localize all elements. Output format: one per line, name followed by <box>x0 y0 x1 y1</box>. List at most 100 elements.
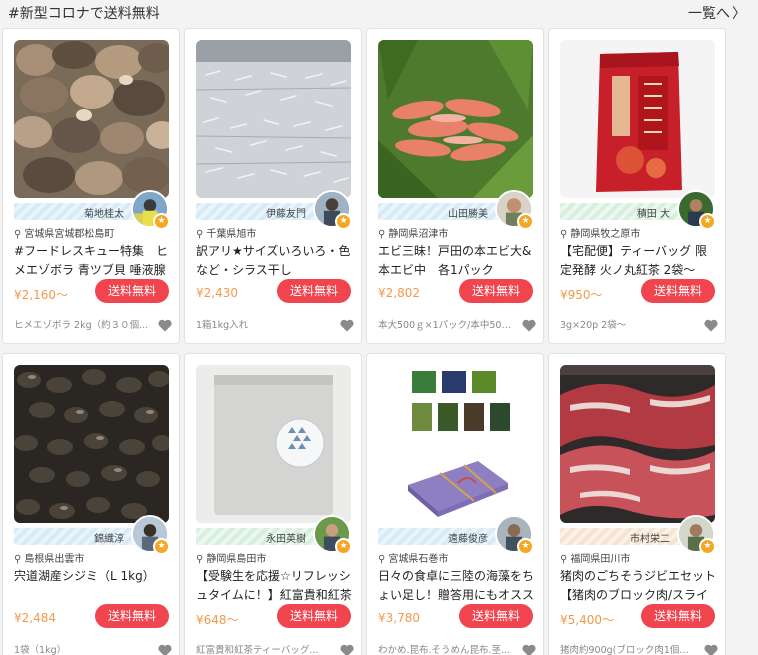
star-badge-icon: ★ <box>699 538 716 555</box>
price: ¥2,802 <box>378 286 420 300</box>
product-image[interactable] <box>378 40 533 198</box>
star-badge-icon: ★ <box>699 213 716 230</box>
location-text: 宮城県宮城郡松島町 <box>24 229 115 240</box>
pin-icon: ⚲ <box>196 554 204 565</box>
price: ¥2,430 <box>196 286 238 300</box>
producer-name: 永田英樹 <box>266 534 306 545</box>
product-name[interactable]: #フードレスキュー特集 ヒメエゾボラ 青ツブ貝 唾液腺 <box>14 242 172 280</box>
heart-icon[interactable] <box>340 644 354 655</box>
location: ⚲ 千葉県旭市 <box>196 225 256 240</box>
price: ¥3,780 <box>378 611 420 625</box>
price: ¥950〜 <box>560 288 603 302</box>
free-shipping-button[interactable]: 送料無料 <box>641 604 715 628</box>
location-text: 福岡県田川市 <box>570 554 631 565</box>
product-card[interactable]: 永田英樹 ★ ⚲ 静岡県島田市 【受験生を応援☆リフレッシュタイムに！】紅富貴和紅… <box>184 353 362 655</box>
location-text: 静岡県沼津市 <box>388 229 449 240</box>
product-image[interactable] <box>196 365 351 523</box>
heart-icon[interactable] <box>522 319 536 332</box>
price: ¥5,400〜 <box>560 613 614 627</box>
product-card[interactable]: 山田勝美 ★ ⚲ 静岡県沼津市 エビ三昧！戸田の本エビ大&本エビ中 各1パック ¥… <box>366 28 544 344</box>
product-image[interactable] <box>378 365 533 523</box>
product-name[interactable]: 猪肉のごちそうジビエセット【猪肉のブロック肉/スライス <box>560 567 718 605</box>
product-image[interactable] <box>14 40 169 198</box>
view-all-link[interactable]: 一覧へ〉 <box>688 3 746 23</box>
producer-name: 錦織淳 <box>94 534 124 545</box>
producer-name: 市村栄二 <box>630 534 670 545</box>
star-badge-icon: ★ <box>153 213 170 230</box>
location-text: 静岡県島田市 <box>206 554 267 565</box>
producer-name: 山田勝美 <box>448 209 488 220</box>
product-name[interactable]: 宍道湖産シジミ（L 1kg） <box>14 567 172 605</box>
price: ¥2,484 <box>14 611 56 625</box>
product-image[interactable] <box>14 365 169 523</box>
producer-bar: 山田勝美 <box>378 203 508 220</box>
pin-icon: ⚲ <box>378 229 386 240</box>
product-name[interactable]: 【受験生を応援☆リフレッシュタイムに！】紅富貴和紅茶 <box>196 567 354 605</box>
product-card[interactable]: 積田 大 ★ ⚲ 静岡県牧之原市 【宅配便】ティーバッグ 限定発酵 火ノ丸紅茶 2… <box>548 28 726 344</box>
location: ⚲ 静岡県沼津市 <box>378 225 448 240</box>
heart-icon[interactable] <box>340 319 354 332</box>
heart-icon[interactable] <box>158 644 172 655</box>
heart-icon[interactable] <box>522 644 536 655</box>
spec-text: 本大500ｇ×1パック/本中500... <box>378 320 513 331</box>
free-shipping-button[interactable]: 送料無料 <box>95 604 169 628</box>
location-text: 千葉県旭市 <box>206 229 257 240</box>
heart-icon[interactable] <box>704 644 718 655</box>
producer-bar: 錦織淳 <box>14 528 144 545</box>
product-name[interactable]: 日々の食卓に三陸の海藻をちょい足し！贈答用にもオススメ <box>378 567 536 605</box>
spec-text: 紅富貴和紅茶ティーバッグ... <box>196 645 319 655</box>
pin-icon: ⚲ <box>560 229 568 240</box>
view-all-label: 一覧へ <box>688 6 730 22</box>
product-card[interactable]: 市村栄二 ★ ⚲ 福岡県田川市 猪肉のごちそうジビエセット【猪肉のブロック肉/スラ… <box>548 353 726 655</box>
price: ¥2,160〜 <box>14 288 68 302</box>
chevron-right-icon: 〉 <box>732 6 746 22</box>
location-text: 島根県出雲市 <box>24 554 85 565</box>
product-card[interactable]: 菊地桂太 ★ ⚲ 宮城県宮城郡松島町 #フードレスキュー特集 ヒメエゾボラ 青ツブ… <box>2 28 180 344</box>
location: ⚲ 静岡県牧之原市 <box>560 225 640 240</box>
producer-name: 菊地桂太 <box>84 209 124 220</box>
producer-name: 積田 大 <box>636 209 670 220</box>
free-shipping-button[interactable]: 送料無料 <box>459 604 533 628</box>
product-card[interactable]: 遠藤俊彦 ★ ⚲ 宮城県石巻市 日々の食卓に三陸の海藻をちょい足し！贈答用にもオス… <box>366 353 544 655</box>
pin-icon: ⚲ <box>560 554 568 565</box>
producer-bar: 積田 大 <box>560 203 690 220</box>
spec-text: 1箱1kg入れ <box>196 320 249 331</box>
product-card[interactable]: 錦織淳 ★ ⚲ 島根県出雲市 宍道湖産シジミ（L 1kg） ¥2,484 送料無料… <box>2 353 180 655</box>
heart-icon[interactable] <box>704 319 718 332</box>
producer-bar: 市村栄二 <box>560 528 690 545</box>
product-image[interactable] <box>560 40 715 198</box>
heart-icon[interactable] <box>158 319 172 332</box>
producer-bar: 伊藤友門 <box>196 203 326 220</box>
location: ⚲ 宮城県石巻市 <box>378 550 448 565</box>
producer-bar: 永田英樹 <box>196 528 326 545</box>
price: ¥648〜 <box>196 613 239 627</box>
free-shipping-button[interactable]: 送料無料 <box>459 279 533 303</box>
pin-icon: ⚲ <box>378 554 386 565</box>
pin-icon: ⚲ <box>14 229 22 240</box>
star-badge-icon: ★ <box>517 538 534 555</box>
product-image[interactable] <box>560 365 715 523</box>
free-shipping-button[interactable]: 送料無料 <box>95 279 169 303</box>
product-card[interactable]: 伊藤友門 ★ ⚲ 千葉県旭市 訳アリ★サイズいろいろ・色など・シラス干し ¥2,4… <box>184 28 362 344</box>
free-shipping-button[interactable]: 送料無料 <box>277 604 351 628</box>
star-badge-icon: ★ <box>335 213 352 230</box>
star-badge-icon: ★ <box>153 538 170 555</box>
product-name[interactable]: エビ三昧！戸田の本エビ大&本エビ中 各1パック <box>378 242 536 280</box>
star-badge-icon: ★ <box>517 213 534 230</box>
location: ⚲ 島根県出雲市 <box>14 550 84 565</box>
producer-bar: 菊地桂太 <box>14 203 144 220</box>
star-badge-icon: ★ <box>335 538 352 555</box>
section-title: #新型コロナで送料無料 <box>8 6 160 22</box>
spec-text: 1袋（1kg） <box>14 645 67 655</box>
spec-text: ヒメエゾボラ 2kg（約３０個... <box>14 320 149 331</box>
product-name[interactable]: 訳アリ★サイズいろいろ・色など・シラス干し <box>196 242 354 280</box>
location: ⚲ 宮城県宮城郡松島町 <box>14 225 114 240</box>
free-shipping-button[interactable]: 送料無料 <box>277 279 351 303</box>
product-name[interactable]: 【宅配便】ティーバッグ 限定発酵 火ノ丸紅茶 2袋〜 <box>560 242 718 280</box>
free-shipping-button[interactable]: 送料無料 <box>641 279 715 303</box>
product-image[interactable] <box>196 40 351 198</box>
spec-text: 猪肉約900g(ブロック肉1個、... <box>560 645 695 655</box>
location: ⚲ 福岡県田川市 <box>560 550 630 565</box>
producer-bar: 遠藤俊彦 <box>378 528 508 545</box>
spec-text: わかめ.昆布.そうめん昆布.茎... <box>378 645 511 655</box>
